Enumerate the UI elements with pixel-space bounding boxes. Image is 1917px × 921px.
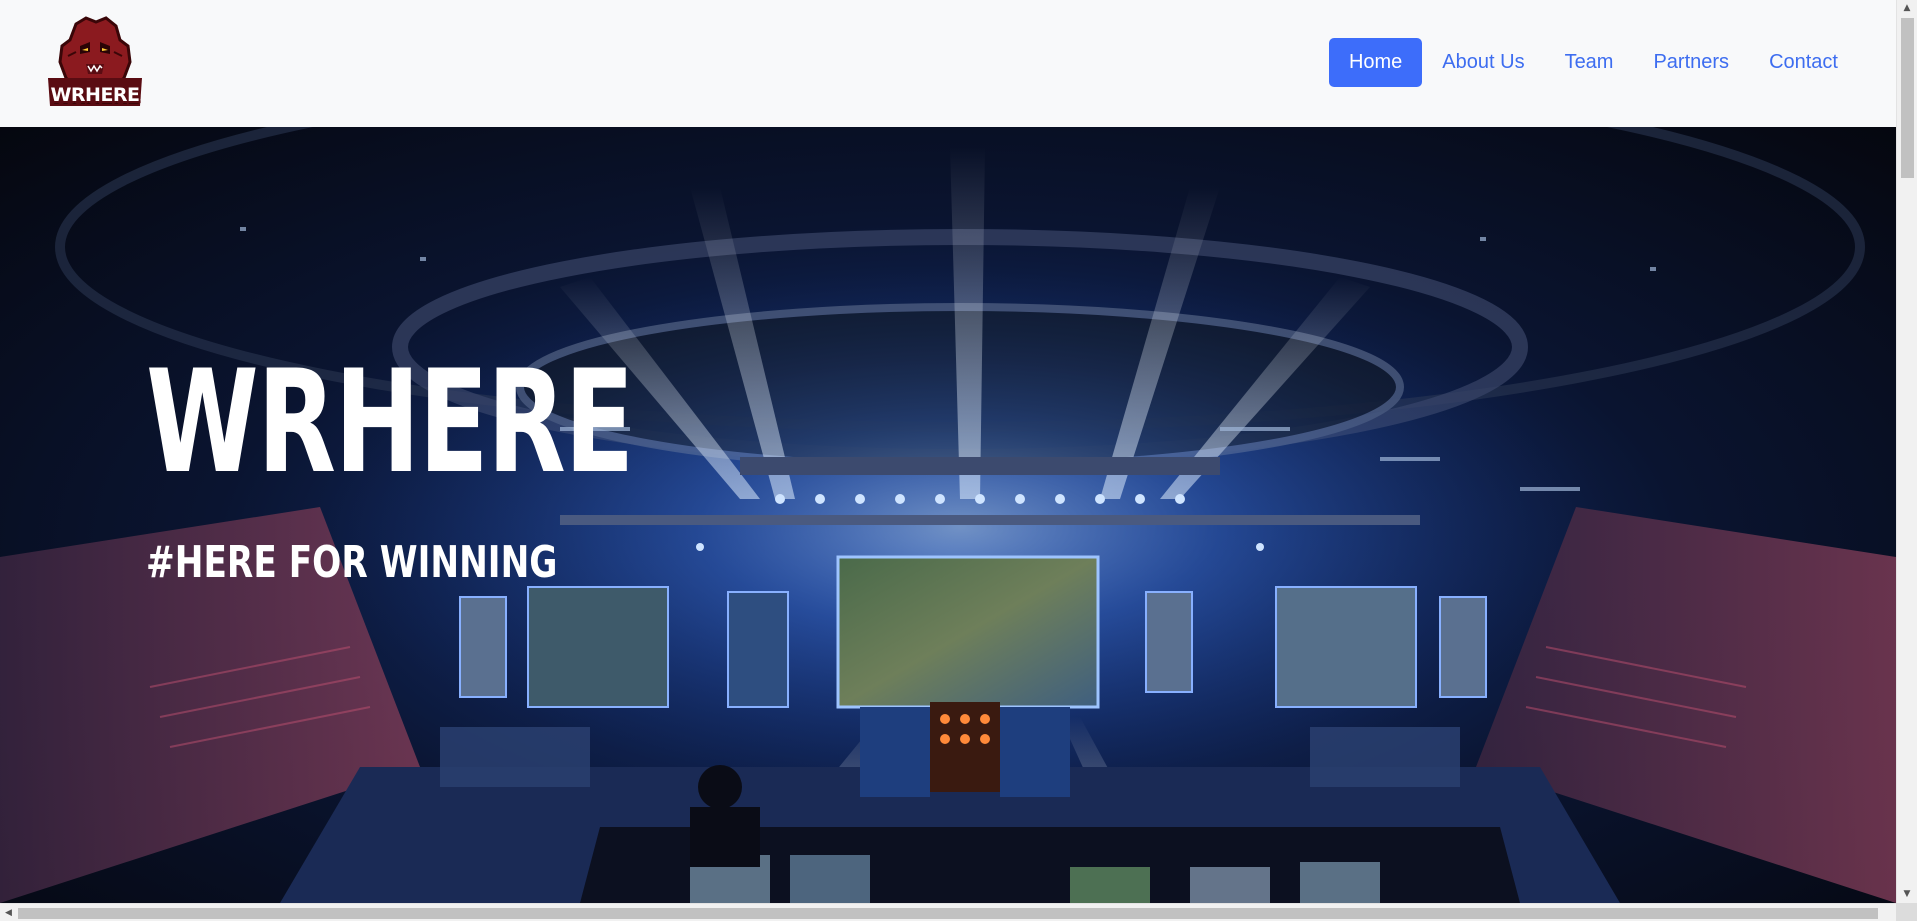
- nav-item-home: Home: [1328, 38, 1423, 87]
- nav-item-team: Team: [1545, 38, 1634, 87]
- nav-link-team[interactable]: Team: [1545, 38, 1634, 87]
- hero-section: WRHERE #HERE FOR WINNING: [0, 127, 1896, 903]
- logo-wordmark: WRHERE: [50, 84, 140, 106]
- nav-link-contact[interactable]: Contact: [1749, 38, 1858, 87]
- scroll-down-arrow-icon[interactable]: ▼: [1897, 886, 1917, 903]
- hero-subtitle: #HERE FOR WINNING: [146, 537, 558, 588]
- scroll-left-arrow-icon[interactable]: ◀: [0, 904, 17, 921]
- horizontal-scrollbar[interactable]: ◀ ▶: [0, 903, 1917, 921]
- scrollbar-corner: [1896, 903, 1917, 921]
- nav-item-contact: Contact: [1749, 38, 1858, 87]
- horizontal-scroll-thumb[interactable]: [18, 908, 1878, 919]
- nav-link-about-us[interactable]: About Us: [1422, 38, 1544, 87]
- nav-link-partners[interactable]: Partners: [1633, 38, 1749, 87]
- nav-item-partners: Partners: [1633, 38, 1749, 87]
- hero-title: WRHERE: [146, 340, 634, 505]
- scroll-up-arrow-icon[interactable]: ▲: [1897, 0, 1917, 17]
- vertical-scrollbar[interactable]: ▲ ▼: [1896, 0, 1917, 903]
- top-navbar: WRHERE Home About Us Team Partners Conta…: [0, 0, 1896, 127]
- brand-logo[interactable]: WRHERE: [46, 16, 144, 110]
- vertical-scroll-thumb[interactable]: [1901, 18, 1914, 178]
- nav-item-about-us: About Us: [1422, 38, 1544, 87]
- main-nav: Home About Us Team Partners Contact: [1328, 38, 1858, 87]
- nav-link-home[interactable]: Home: [1328, 38, 1423, 87]
- esports-arena-image: [0, 127, 1896, 903]
